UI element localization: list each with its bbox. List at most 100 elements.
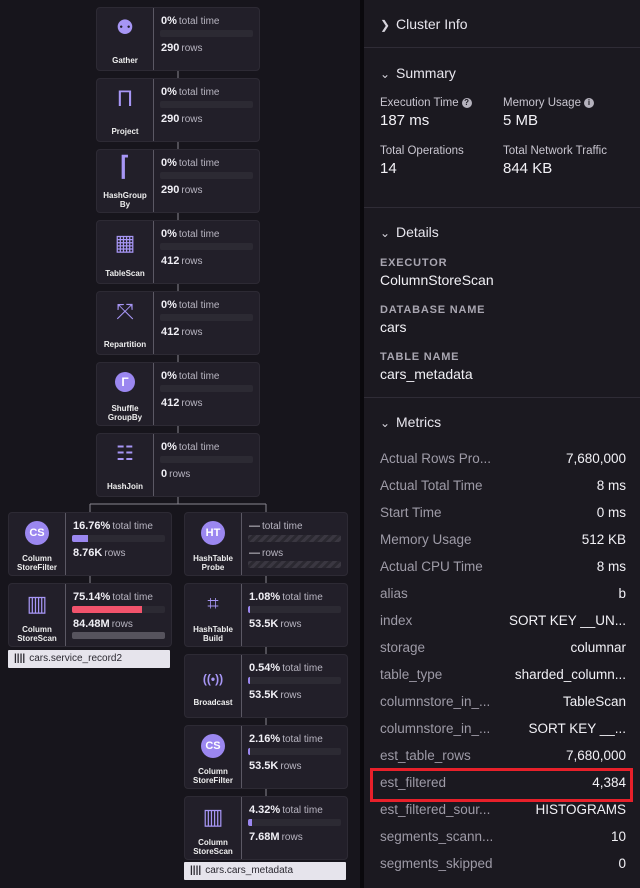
time-bar bbox=[160, 30, 253, 37]
total-time-label: total time bbox=[282, 592, 323, 603]
hashgroup-icon: ⌈ bbox=[119, 151, 131, 181]
metric-value: 10 bbox=[610, 829, 626, 844]
node-label: Repartition bbox=[103, 340, 147, 349]
total-time-label: total time bbox=[112, 592, 153, 603]
plan-node-hashgroupby[interactable]: ⌈ HashGroup By 0% total time 290 rows bbox=[96, 149, 260, 213]
metric-value: b bbox=[618, 586, 626, 601]
chevron-right-icon: ❯ bbox=[380, 18, 391, 32]
rows-label: rows bbox=[181, 256, 203, 267]
total-network-value: 844 KB bbox=[503, 160, 553, 177]
info-icon[interactable]: i bbox=[583, 98, 594, 108]
metric-value: SORT KEY __UN... bbox=[508, 613, 626, 628]
node-time-pct: 0% bbox=[161, 441, 177, 453]
time-bar-fill bbox=[248, 606, 250, 613]
total-time-label: total time bbox=[178, 442, 220, 453]
node-label: Column StoreScan bbox=[193, 838, 233, 856]
summary-toggle[interactable]: ⌄ Summary bbox=[380, 65, 456, 81]
metric-key: Memory Usage bbox=[380, 532, 472, 547]
plan-node-broadcast[interactable]: ((•)) Broadcast 0.54% total time 53.5K row… bbox=[184, 654, 348, 718]
plan-node-project[interactable]: Π Project 0% total time 290 rows bbox=[96, 78, 260, 142]
metric-key: table_type bbox=[380, 667, 443, 682]
metric-value: 0 bbox=[618, 856, 626, 871]
metric-key: Start Time bbox=[380, 505, 442, 520]
node-rows: 53.5K bbox=[249, 760, 279, 772]
metric-value: sharded_column... bbox=[514, 667, 626, 682]
node-time-pct: 0% bbox=[161, 86, 177, 98]
total-time-label: total time bbox=[178, 229, 220, 240]
database-name-value: cars bbox=[380, 319, 407, 335]
plan-node-columnstorefilter-left[interactable]: CS Column StoreFilter 16.76% total time 8… bbox=[8, 512, 172, 576]
time-bar bbox=[248, 677, 341, 684]
node-label: Column StoreScan bbox=[17, 625, 57, 643]
plan-node-shufflegroupby[interactable]: Γ Shuffle GroupBy 0% total time 412 rows bbox=[96, 362, 260, 426]
rows-label: rows bbox=[280, 761, 302, 772]
total-time-label: total time bbox=[178, 87, 220, 98]
help-icon[interactable]: ? bbox=[461, 98, 472, 108]
plan-node-columnstorescan-left[interactable]: ▥ Column StoreScan 75.14% total time 84.4… bbox=[8, 583, 172, 647]
node-label: Column StoreFilter bbox=[16, 554, 57, 572]
time-bar bbox=[248, 606, 341, 613]
metric-value: 7,680,000 bbox=[565, 451, 626, 466]
plan-node-hashtable-probe[interactable]: HT HashTable Probe — total time — rows bbox=[184, 512, 348, 576]
metric-key: Actual Total Time bbox=[380, 478, 483, 493]
cluster-info-toggle[interactable]: ❯ Cluster Info bbox=[380, 16, 468, 32]
execution-time-label: Execution Time? bbox=[380, 97, 472, 109]
rows-label: rows bbox=[280, 619, 302, 630]
node-label: HashGroup By bbox=[103, 191, 147, 209]
total-time-label: total time bbox=[262, 521, 303, 532]
shuffle-icon: Γ bbox=[115, 372, 135, 392]
node-time-pct: 0% bbox=[161, 299, 177, 311]
execution-time-value: 187 ms bbox=[380, 112, 430, 129]
table-name-value: cars_metadata bbox=[380, 366, 473, 382]
metric-row: segments_skipped 0 bbox=[364, 852, 640, 879]
metric-key: Actual CPU Time bbox=[380, 559, 483, 574]
memory-usage-value: 5 MB bbox=[503, 112, 539, 129]
plan-node-repartition[interactable]: ⤧ Repartition 0% total time 412 rows bbox=[96, 291, 260, 355]
plan-node-hashjoin[interactable]: ☷ HashJoin 0% total time 0 rows bbox=[96, 433, 260, 497]
rows-label: rows bbox=[281, 832, 303, 843]
time-bar bbox=[160, 385, 253, 392]
plan-node-gather[interactable]: ⚉ Gather 0% total time 290 rows bbox=[96, 7, 260, 71]
plan-node-columnstorescan-right[interactable]: ▥ Column StoreScan 4.32% total time 7.68M… bbox=[184, 796, 348, 860]
total-time-label: total time bbox=[282, 805, 323, 816]
rows-bar bbox=[248, 561, 341, 568]
time-bar bbox=[160, 101, 253, 108]
plan-node-tablescan[interactable]: ▦ TableScan 0% total time 412 rows bbox=[96, 220, 260, 284]
node-rows: 412 bbox=[161, 255, 180, 267]
metric-key: est_table_rows bbox=[380, 748, 471, 763]
metric-row: Memory Usage 512 KB bbox=[364, 528, 640, 555]
node-time-pct: — bbox=[249, 520, 260, 532]
details-toggle[interactable]: ⌄ Details bbox=[380, 224, 439, 240]
metric-row: Actual Total Time 8 ms bbox=[364, 474, 640, 501]
time-bar-fill bbox=[248, 748, 250, 755]
rows-label: rows bbox=[169, 469, 191, 480]
gather-icon: ⚉ bbox=[116, 17, 134, 39]
node-rows: 290 bbox=[161, 184, 180, 196]
node-time-pct: 0% bbox=[161, 228, 177, 240]
time-bar bbox=[72, 535, 165, 542]
node-label: Broadcast bbox=[193, 698, 233, 707]
ht-icon: HT bbox=[201, 521, 225, 545]
metric-key: index bbox=[380, 613, 413, 628]
metric-row: Start Time 0 ms bbox=[364, 501, 640, 528]
time-bar bbox=[248, 819, 341, 826]
metric-key: alias bbox=[380, 586, 408, 601]
total-time-label: total time bbox=[282, 663, 323, 674]
rows-label: rows bbox=[181, 185, 203, 196]
node-rows: 7.68M bbox=[249, 831, 280, 843]
node-label: HashTable Probe bbox=[193, 554, 233, 572]
plan-node-columnstorefilter-right[interactable]: CS Column StoreFilter 2.16% total time 53… bbox=[184, 725, 348, 789]
node-time-pct: 1.08% bbox=[249, 591, 281, 603]
metrics-toggle[interactable]: ⌄ Metrics bbox=[380, 414, 441, 430]
total-operations-value: 14 bbox=[380, 160, 397, 177]
node-label: HashTable Build bbox=[193, 625, 233, 643]
metric-value: 512 KB bbox=[581, 532, 626, 547]
time-bar bbox=[248, 748, 341, 755]
rows-label: rows bbox=[104, 548, 126, 559]
hashtable-build-icon: ⌗ bbox=[207, 593, 219, 615]
metric-row: index SORT KEY __UN... bbox=[364, 609, 640, 636]
plan-node-hashtable-build[interactable]: ⌗ HashTable Build 1.08% total time 53.5K r… bbox=[184, 583, 348, 647]
node-time-pct: 75.14% bbox=[73, 591, 111, 603]
metric-key: segments_scann... bbox=[380, 829, 494, 844]
cs-icon: CS bbox=[201, 734, 225, 758]
